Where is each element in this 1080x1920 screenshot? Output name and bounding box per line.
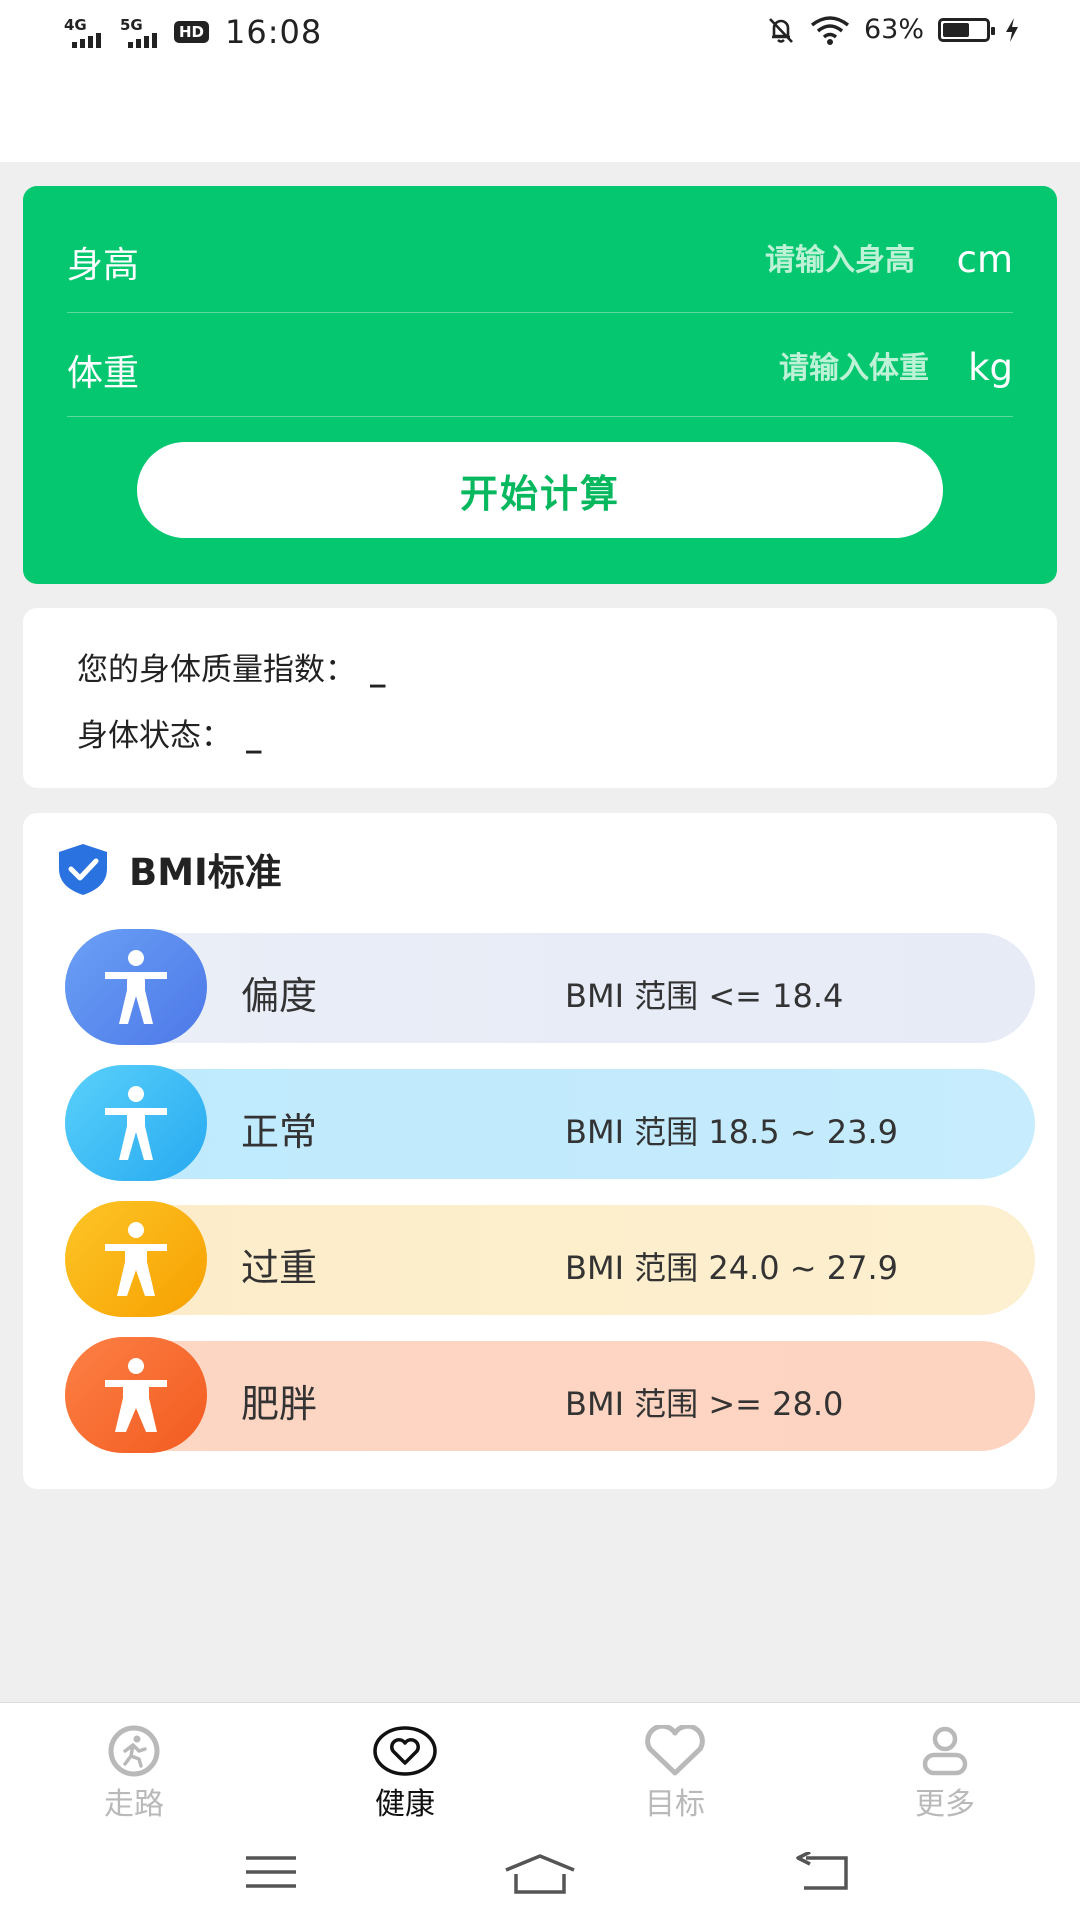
level-range: BMI 范围 18.5 ~ 23.9 bbox=[565, 1113, 899, 1151]
level-range: BMI 范围 24.0 ~ 27.9 bbox=[565, 1249, 899, 1287]
bmi-standard-card: BMI标准 偏度 BMI 范围 <= 18.4 正常 BMI 范围 18.5 ~… bbox=[23, 813, 1057, 1489]
result-card: 您的身体质量指数： _ 身体状态： _ bbox=[23, 608, 1057, 788]
person-body-icon bbox=[65, 929, 207, 1045]
bmi-result-value: _ bbox=[370, 652, 386, 688]
level-name: 肥胖 bbox=[241, 1382, 318, 1426]
height-unit: cm bbox=[956, 238, 1013, 281]
bmi-result-label: 您的身体质量指数： bbox=[77, 652, 356, 688]
tab-walk[interactable]: 走路 bbox=[54, 1725, 214, 1823]
charging-icon bbox=[1006, 17, 1018, 42]
bmi-level-normal: 正常 BMI 范围 18.5 ~ 23.9 bbox=[65, 1065, 1035, 1181]
tab-more-label: 更多 bbox=[915, 1787, 975, 1822]
bmi-input-card: 身高 cm 体重 kg 开始计算 bbox=[23, 186, 1057, 584]
person-body-icon bbox=[65, 1065, 207, 1181]
bmi-standard-title: BMI标准 bbox=[129, 851, 282, 894]
tab-walk-label: 走路 bbox=[104, 1787, 164, 1822]
tab-goal-label: 目标 bbox=[645, 1787, 705, 1822]
body-status-label: 身体状态： bbox=[77, 718, 232, 754]
height-row: 身高 cm bbox=[67, 186, 1013, 313]
weight-label: 体重 bbox=[67, 353, 140, 394]
person-body-icon bbox=[65, 1337, 207, 1453]
battery-percent: 63% bbox=[863, 14, 924, 45]
bmi-level-obese: 肥胖 BMI 范围 >= 28.0 bbox=[65, 1337, 1035, 1453]
start-calculate-button[interactable]: 开始计算 bbox=[137, 442, 943, 538]
home-icon[interactable] bbox=[504, 1852, 576, 1894]
height-label: 身高 bbox=[67, 245, 140, 286]
menu-icon[interactable] bbox=[244, 1852, 298, 1892]
walk-icon bbox=[108, 1725, 160, 1777]
tab-goal[interactable]: 目标 bbox=[595, 1725, 755, 1823]
person-body-icon bbox=[65, 1201, 207, 1317]
mute-bell-icon bbox=[769, 17, 793, 43]
level-name: 过重 bbox=[241, 1246, 318, 1290]
status-bar: 4G 5G HD 16:08 63% bbox=[0, 0, 1080, 162]
battery-icon bbox=[938, 17, 995, 42]
wifi-icon bbox=[810, 15, 850, 45]
bmi-level-overweight: 过重 BMI 范围 24.0 ~ 27.9 bbox=[65, 1201, 1035, 1317]
height-input[interactable] bbox=[653, 242, 917, 279]
signal-5g-icon: 5G bbox=[118, 12, 162, 52]
body-status-line: 身体状态： _ bbox=[77, 710, 262, 755]
clock: 16:08 bbox=[225, 13, 323, 51]
level-name: 偏度 bbox=[241, 974, 318, 1018]
body-status-value: _ bbox=[246, 718, 262, 754]
bottom-navigation: 走路 健康 目标 更多 bbox=[0, 1702, 1080, 1833]
bmi-result-line: 您的身体质量指数： _ bbox=[77, 644, 386, 689]
weight-row: 体重 kg bbox=[67, 312, 1013, 417]
back-icon[interactable] bbox=[796, 1852, 850, 1894]
weight-unit: kg bbox=[968, 346, 1013, 389]
system-navigation-bar bbox=[0, 1832, 1080, 1920]
tab-health-label: 健康 bbox=[375, 1787, 435, 1822]
signal-4g-icon: 4G bbox=[62, 12, 106, 52]
weight-input[interactable] bbox=[667, 350, 931, 387]
heart-outline-icon bbox=[645, 1725, 705, 1776]
level-name: 正常 bbox=[241, 1110, 318, 1154]
level-range: BMI 范围 >= 28.0 bbox=[565, 1385, 844, 1423]
shield-check-icon bbox=[59, 844, 107, 895]
level-range: BMI 范围 <= 18.4 bbox=[565, 977, 844, 1015]
person-icon bbox=[922, 1726, 968, 1776]
tab-more[interactable]: 更多 bbox=[865, 1725, 1025, 1823]
hd-voice-icon: HD bbox=[174, 21, 210, 43]
tab-health[interactable]: 健康 bbox=[325, 1725, 485, 1823]
bmi-level-underweight: 偏度 BMI 范围 <= 18.4 bbox=[65, 929, 1035, 1045]
heart-icon bbox=[373, 1726, 437, 1776]
